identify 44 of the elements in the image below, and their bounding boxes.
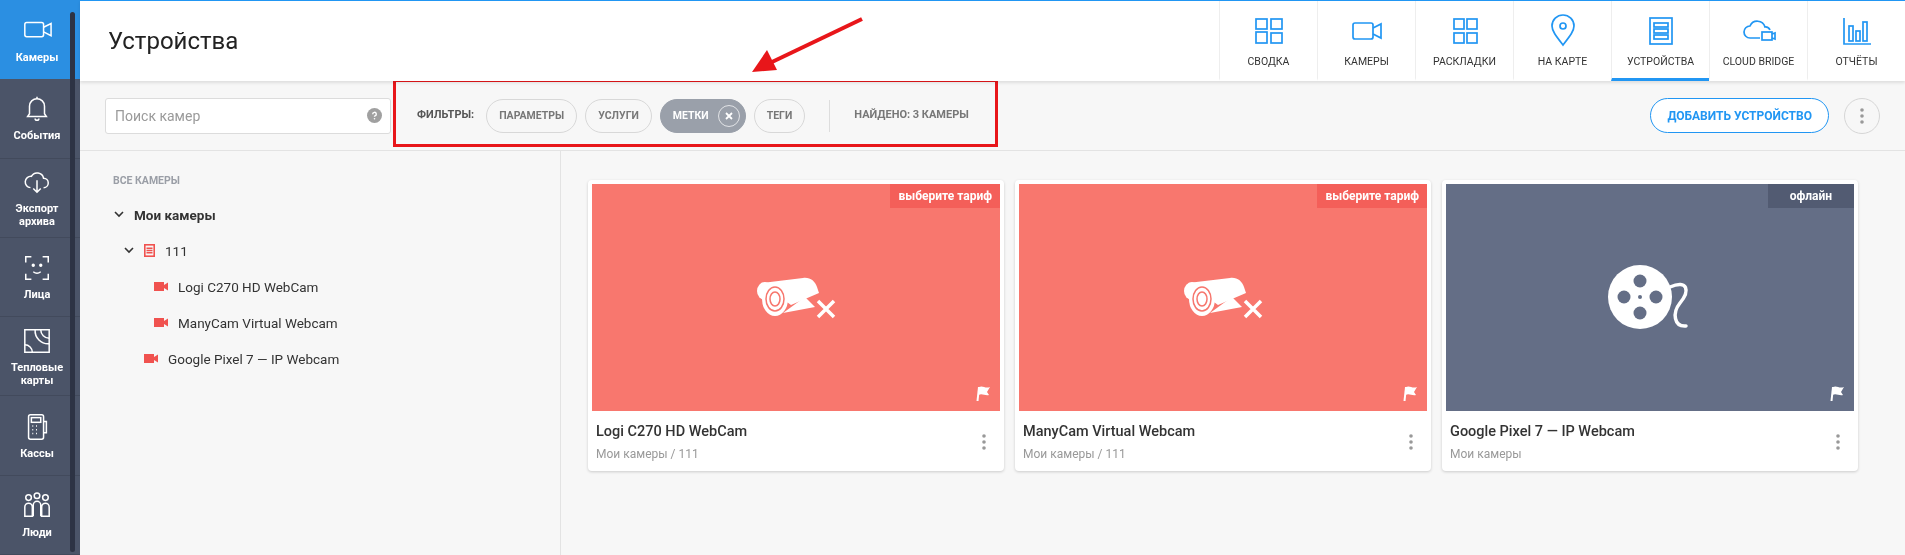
flag-icon[interactable] [1403,385,1418,402]
nav-tab[interactable]: CLOUD BRIDGE [1709,1,1807,81]
video-camera-icon [154,318,168,328]
page-title: Устройства [108,26,239,57]
camera-card[interactable]: выберите тариф Logi C270 HD WebCam Мои камеры / 111 [588,180,1004,471]
camera-name: Logi C270 HD WebCam [596,422,749,442]
tree-item[interactable]: Google Pixel 7 — IP Webcam [168,348,340,369]
video-camera-icon [144,354,158,364]
tree-item[interactable]: Logi C270 HD WebCam [178,276,319,297]
camera-off-icon [1182,276,1264,319]
camera-card[interactable]: офлайн Google Pixel 7 — IP Webcam Мои камеры [1442,180,1858,471]
camera-path: Мои камеры [1450,445,1523,463]
status-badge: офлайн [1768,184,1854,208]
camera-card[interactable]: выберите тариф ManyCam Virtual Webcam Мои камеры / 111 [1015,180,1431,471]
nav-tab[interactable]: КАМЕРЫ [1317,1,1415,81]
nav-tab[interactable]: УСТРОЙСТВА [1611,1,1709,81]
chevron-down-icon[interactable] [124,247,134,255]
list-icon [144,244,155,258]
tree-heading: ВСЕ КАМЕРЫ [113,173,181,189]
flag-icon[interactable] [976,385,991,402]
more-icon [1860,107,1864,124]
video-camera-icon [154,282,168,292]
camera-off-icon [755,276,837,319]
tree-item[interactable]: 111 [165,240,188,261]
camera-path: Мои камеры / 111 [1023,445,1127,463]
results-count: НАЙДЕНО: 3 КАМЕРЫ [854,107,969,124]
more-icon[interactable] [982,433,986,450]
tree-item[interactable]: Мои камеры [134,204,216,225]
more-icon[interactable] [1409,433,1413,450]
filters-label: ФИЛЬТРЫ: [417,107,475,124]
search-field[interactable]: Поиск камер [105,97,391,134]
camera-name: ManyCam Virtual Webcam [1023,422,1197,442]
face-frame-icon [22,253,52,283]
scrollbar[interactable] [70,12,75,552]
nav-tab[interactable]: СВОДКА [1219,1,1317,81]
flag-icon[interactable] [1830,385,1845,402]
nav-tab[interactable]: ОТЧЁТЫ [1807,1,1905,81]
camera-name: Google Pixel 7 — IP Webcam [1450,422,1636,442]
nav-tab[interactable]: НА КАРТЕ [1513,1,1611,81]
more-icon[interactable] [1836,433,1840,450]
chevron-down-icon[interactable] [114,211,124,219]
camera-path: Мои камеры / 111 [596,445,700,463]
nav-tab[interactable]: РАСКЛАДКИ [1415,1,1513,81]
tree-item[interactable]: ManyCam Virtual Webcam [178,312,338,333]
